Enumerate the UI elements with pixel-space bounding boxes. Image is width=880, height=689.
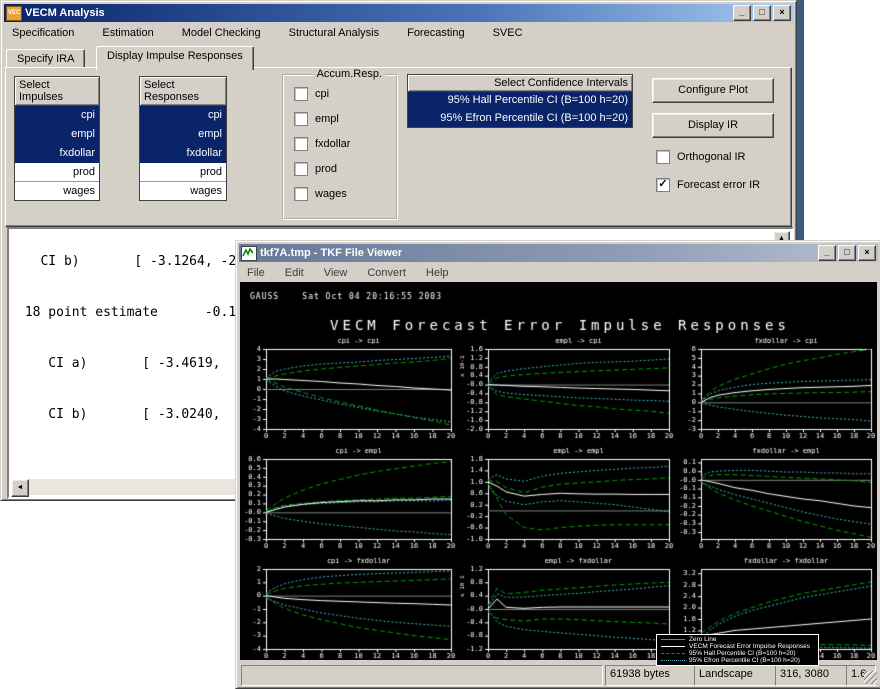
ci-item-hall[interactable]: 95% Hall Percentile CI (B=100 h=20) — [408, 92, 632, 110]
viewer-statusbar: 61938 bytes Landscape 316, 3080 1.6 — [239, 663, 878, 685]
legend-label: 95% Hall Percentile CI (B=100 h=20) — [689, 650, 796, 657]
accum-fxdollar-label: fxdollar — [315, 138, 350, 150]
status-orientation: Landscape — [694, 665, 776, 686]
orthogonal-ir-label: Orthogonal IR — [677, 151, 745, 163]
select-impulses-list: Select Impulses cpi empl fxdollar prod w… — [14, 76, 100, 201]
accum-resp-groupbox: Accum.Resp. cpi empl fxdollar prod wages — [282, 74, 398, 220]
point-line-sample — [661, 646, 685, 647]
impulse-item-prod[interactable]: prod — [15, 163, 99, 182]
tab-display-ir-label: Display Impulse Responses — [107, 50, 243, 62]
status-bytes: 61938 bytes — [605, 665, 695, 686]
menu-structural-analysis[interactable]: Structural Analysis — [281, 25, 387, 41]
accum-fxdollar-checkbox[interactable] — [294, 137, 308, 151]
forecast-error-ir-label: Forecast error IR — [677, 179, 760, 191]
response-item-empl[interactable]: empl — [140, 125, 226, 144]
display-ir-button[interactable]: Display IR — [652, 113, 774, 138]
tkf-viewer-window: tkf7A.tmp - TKF File Viewer _ □ × File E… — [235, 240, 880, 689]
viewer-titlebar[interactable]: tkf7A.tmp - TKF File Viewer _ □ × — [239, 244, 878, 262]
accum-empl-label: empl — [315, 113, 339, 125]
main-window-title: VECM Analysis — [25, 7, 105, 19]
select-ci-list: Select Confidence Intervals 95% Hall Per… — [407, 74, 633, 128]
tab-specify-ira-label: Specify IRA — [17, 53, 74, 65]
efron-ci-line-sample — [661, 660, 685, 661]
status-empty-cell — [241, 665, 603, 686]
viewer-menu-convert[interactable]: Convert — [359, 265, 414, 281]
response-item-fxdollar[interactable]: fxdollar — [140, 144, 226, 163]
scroll-left-icon[interactable]: ◄ — [11, 479, 29, 497]
viewer-minimize-icon[interactable]: _ — [818, 245, 836, 261]
select-ci-header: Select Confidence Intervals — [408, 75, 632, 92]
menu-estimation[interactable]: Estimation — [94, 25, 161, 41]
resize-grip[interactable] — [864, 671, 877, 684]
accum-resp-title: Accum.Resp. — [313, 68, 386, 80]
menu-model-checking[interactable]: Model Checking — [174, 25, 269, 41]
desktop: { "colors": { "selection": "#0a246a", "c… — [0, 0, 880, 687]
orthogonal-ir-checkbox[interactable] — [656, 150, 670, 164]
menu-svec[interactable]: SVEC — [485, 25, 531, 41]
vecm-app-icon: VEC — [6, 6, 22, 21]
response-item-wages[interactable]: wages — [140, 182, 226, 200]
impulse-item-wages[interactable]: wages — [15, 182, 99, 200]
impulse-item-fxdollar[interactable]: fxdollar — [15, 144, 99, 163]
select-responses-header: Select Responses — [140, 77, 226, 106]
select-impulses-header: Select Impulses — [15, 77, 99, 106]
legend-label: 95% Efron Percentile CI (B=100 h=20) — [689, 657, 800, 664]
viewer-close-icon[interactable]: × — [858, 245, 876, 261]
select-responses-list: Select Responses cpi empl fxdollar prod … — [139, 76, 227, 201]
impulse-response-plot-canvas — [240, 282, 877, 660]
accum-wages-checkbox[interactable] — [294, 187, 308, 201]
accum-wages-label: wages — [315, 188, 347, 200]
menu-specification[interactable]: Specification — [4, 25, 82, 41]
zero-line-sample — [661, 639, 685, 640]
viewer-menu-help[interactable]: Help — [418, 265, 457, 281]
tab-panel: Select Impulses cpi empl fxdollar prod w… — [5, 67, 792, 227]
main-titlebar[interactable]: VEC VECM Analysis _ □ × — [4, 4, 793, 22]
accum-cpi-checkbox[interactable] — [294, 87, 308, 101]
viewer-maximize-icon[interactable]: □ — [838, 245, 856, 261]
legend-label: VECM Forecast Error Impulse Responses — [689, 643, 810, 650]
status-coordinates: 316, 3080 — [775, 665, 847, 686]
hall-ci-line-sample — [661, 653, 685, 654]
impulse-item-empl[interactable]: empl — [15, 125, 99, 144]
viewer-menu-view[interactable]: View — [316, 265, 356, 281]
minimize-icon[interactable]: _ — [733, 5, 751, 21]
viewer-menu-file[interactable]: File — [239, 265, 273, 281]
response-item-cpi[interactable]: cpi — [140, 106, 226, 125]
main-menubar: Specification Estimation Model Checking … — [4, 23, 793, 43]
accum-cpi-label: cpi — [315, 88, 329, 100]
response-item-prod[interactable]: prod — [140, 163, 226, 182]
ci-item-efron[interactable]: 95% Efron Percentile CI (B=100 h=20) — [408, 110, 632, 127]
forecast-error-ir-checkbox[interactable]: ✓ — [656, 178, 670, 192]
viewer-window-title: tkf7A.tmp - TKF File Viewer — [260, 247, 402, 259]
configure-plot-button[interactable]: Configure Plot — [652, 78, 774, 103]
tkf-viewer-icon — [241, 246, 257, 261]
menu-forecasting[interactable]: Forecasting — [399, 25, 472, 41]
accum-prod-label: prod — [315, 163, 337, 175]
accum-prod-checkbox[interactable] — [294, 162, 308, 176]
legend-label: Zero Line — [689, 636, 716, 643]
accum-empl-checkbox[interactable] — [294, 112, 308, 126]
viewer-menu-edit[interactable]: Edit — [277, 265, 312, 281]
close-icon[interactable]: × — [773, 5, 791, 21]
plot-client-area — [240, 282, 877, 660]
plot-legend: Zero Line VECM Forecast Error Impulse Re… — [656, 634, 819, 666]
impulse-item-cpi[interactable]: cpi — [15, 106, 99, 125]
tab-display-impulse-responses[interactable]: Display Impulse Responses — [96, 46, 254, 70]
maximize-icon[interactable]: □ — [753, 5, 771, 21]
viewer-menubar: File Edit View Convert Help — [239, 263, 878, 283]
